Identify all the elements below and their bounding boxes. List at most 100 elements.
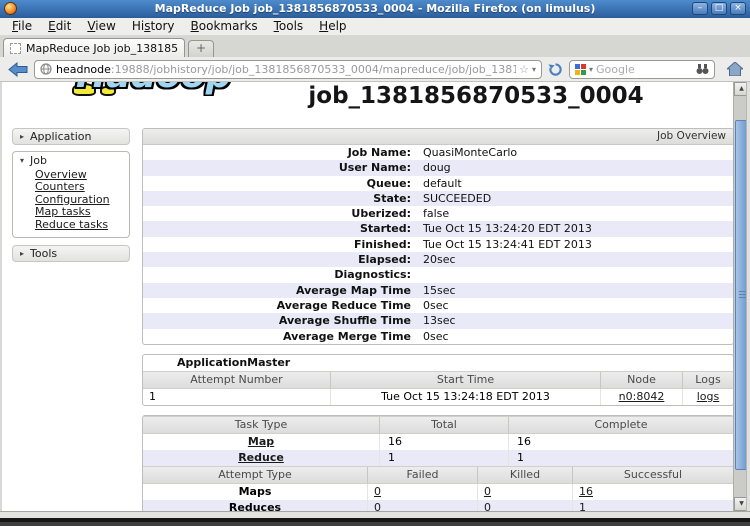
menu-edit[interactable]: Edit	[40, 18, 79, 35]
overview-row: Diagnostics:	[143, 267, 733, 282]
node-link[interactable]: n0:8042	[619, 390, 665, 403]
overview-row: Average Shuffle Time13sec	[143, 313, 733, 328]
maps-failed-link[interactable]: 0	[374, 485, 381, 498]
page-title: job_1381856870533_0004	[222, 83, 730, 109]
attempt-number: 1	[143, 389, 331, 405]
attempt-row-reduces: Reduces 0 0 1	[143, 500, 733, 511]
overview-row: Average Map Time15sec	[143, 283, 733, 298]
home-button[interactable]	[727, 62, 743, 76]
application-master-title: ApplicationMaster	[143, 355, 733, 371]
application-master-row: 1 Tue Oct 15 13:24:18 EDT 2013 n0:8042 l…	[143, 389, 733, 405]
window-right-border	[746, 82, 750, 511]
search-engine-dropdown-icon[interactable]: ▾	[589, 65, 593, 74]
task-type-header-row: Task Type Total Complete	[143, 416, 733, 434]
sidebar-link-map-tasks[interactable]: Map tasks	[35, 206, 129, 218]
url-dropdown-icon[interactable]: ▾	[532, 65, 536, 74]
overview-row: Average Merge Time0sec	[143, 329, 733, 344]
maps-successful-link[interactable]: 16	[579, 485, 593, 498]
reduce-complete: 1	[509, 450, 733, 466]
attempt-type-header-row: Attempt Type Failed Killed Successful	[143, 466, 733, 484]
task-row-map: Map 16 16	[143, 434, 733, 450]
overview-row: Uberized:false	[143, 206, 733, 221]
job-links: Overview Counters Configuration Map task…	[13, 169, 129, 231]
main-content: Job Overview Job Name:QuasiMonteCarlo Us…	[142, 128, 734, 511]
reload-button[interactable]	[548, 62, 563, 77]
reduce-total: 1	[380, 450, 509, 466]
map-complete: 16	[509, 434, 733, 450]
back-arrow-icon	[8, 62, 28, 77]
window-bottom-strip	[0, 511, 750, 518]
menu-bookmarks[interactable]: Bookmarks	[183, 18, 266, 35]
application-master-header-row: Attempt Number Start Time Node Logs	[143, 371, 733, 389]
overview-row: Average Reduce Time0sec	[143, 298, 733, 313]
job-overview-rows: Job Name:QuasiMonteCarlo User Name:doug …	[143, 145, 733, 344]
maximize-button[interactable]: □	[711, 2, 727, 15]
sidebar-section-job-panel: ▾ Job Overview Counters Configuration Ma…	[12, 151, 130, 238]
attempt-row-maps: Maps 0 0 16	[143, 484, 733, 500]
application-master-panel: ApplicationMaster Attempt Number Start T…	[142, 354, 734, 406]
sidebar-link-counters[interactable]: Counters	[35, 181, 129, 193]
page-favicon-icon	[10, 43, 21, 54]
hadoop-logo: Hadoop	[32, 82, 237, 96]
firefox-icon	[4, 2, 17, 15]
reload-icon	[548, 62, 563, 77]
chevron-down-icon: ▾	[20, 156, 24, 165]
tab-bar: MapReduce Job job_13818568... +	[0, 36, 750, 57]
tab-label: MapReduce Job job_13818568...	[26, 42, 178, 55]
google-logo-icon	[575, 60, 586, 79]
menu-tools[interactable]: Tools	[266, 18, 312, 35]
logs-link[interactable]: logs	[697, 390, 720, 403]
window-controls: – □ ×	[692, 2, 746, 15]
new-tab-button[interactable]: +	[188, 40, 214, 57]
job-overview-panel: Job Overview Job Name:QuasiMonteCarlo Us…	[142, 128, 734, 345]
menu-history[interactable]: History	[124, 18, 183, 35]
reduces-failed-link[interactable]: 0	[374, 501, 381, 511]
overview-row: Job Name:QuasiMonteCarlo	[143, 145, 733, 160]
maps-killed-link[interactable]: 0	[484, 485, 491, 498]
job-overview-header: Job Overview	[143, 129, 733, 145]
close-button[interactable]: ×	[730, 2, 746, 15]
task-row-reduce: Reduce 1 1	[143, 450, 733, 466]
sidebar-section-application[interactable]: ▸ Application	[12, 128, 130, 145]
globe-icon	[40, 63, 52, 75]
scrollbar-grip	[739, 291, 746, 299]
window-titlebar[interactable]: MapReduce Job job_1381856870533_0004 - M…	[0, 0, 750, 18]
reduces-successful-link[interactable]: 1	[579, 501, 586, 511]
menu-help[interactable]: Help	[311, 18, 354, 35]
overview-row: User Name:doug	[143, 160, 733, 175]
search-bar[interactable]: ▾ Google	[569, 60, 715, 79]
sidebar-section-tools[interactable]: ▸ Tools	[12, 245, 130, 262]
url-bar[interactable]: headnode:19888/jobhistory/job/job_138185…	[34, 60, 542, 79]
attempt-start-time: Tue Oct 15 13:24:18 EDT 2013	[331, 389, 601, 405]
sidebar: ▸ Application ▾ Job Overview Counters Co…	[12, 128, 130, 262]
firefox-window: MapReduce Job job_1381856870533_0004 - M…	[0, 0, 750, 526]
map-total: 16	[380, 434, 509, 450]
overview-row: Queue:default	[143, 176, 733, 191]
chevron-right-icon: ▸	[20, 132, 24, 141]
binoculars-icon[interactable]	[696, 60, 709, 79]
page-content: Hadoop job_1381856870533_0004 ▸ Applicat…	[0, 82, 750, 511]
back-button[interactable]	[8, 62, 28, 77]
minimize-button[interactable]: –	[692, 2, 708, 15]
overview-row: State:SUCCEEDED	[143, 191, 733, 206]
chevron-right-icon: ▸	[20, 249, 24, 258]
tasks-panel: Task Type Total Complete Map 16 16 Reduc…	[142, 415, 734, 511]
sidebar-section-job[interactable]: ▾ Job	[13, 152, 129, 169]
url-text: headnode:19888/jobhistory/job/job_138185…	[56, 63, 516, 76]
window-title: MapReduce Job job_1381856870533_0004 - M…	[0, 0, 750, 18]
reduce-tasks-link[interactable]: Reduce	[238, 451, 284, 464]
maps-label: Maps	[143, 484, 368, 500]
reduces-label: Reduces	[143, 500, 368, 511]
sidebar-link-reduce-tasks[interactable]: Reduce tasks	[35, 219, 129, 231]
menu-view[interactable]: View	[79, 18, 123, 35]
bookmark-star-icon[interactable]: ☆	[519, 63, 529, 76]
tab-mapreduce-job[interactable]: MapReduce Job job_13818568...	[3, 38, 185, 57]
menu-file[interactable]: File	[4, 18, 40, 35]
menu-bar: File Edit View History Bookmarks Tools H…	[0, 18, 750, 36]
reduces-killed-link[interactable]: 0	[484, 501, 491, 511]
overview-row: Started:Tue Oct 15 13:24:20 EDT 2013	[143, 221, 733, 236]
map-tasks-link[interactable]: Map	[248, 435, 274, 448]
search-placeholder: Google	[596, 63, 693, 76]
overview-row: Finished:Tue Oct 15 13:24:41 EDT 2013	[143, 237, 733, 252]
overview-row: Elapsed:20sec	[143, 252, 733, 267]
